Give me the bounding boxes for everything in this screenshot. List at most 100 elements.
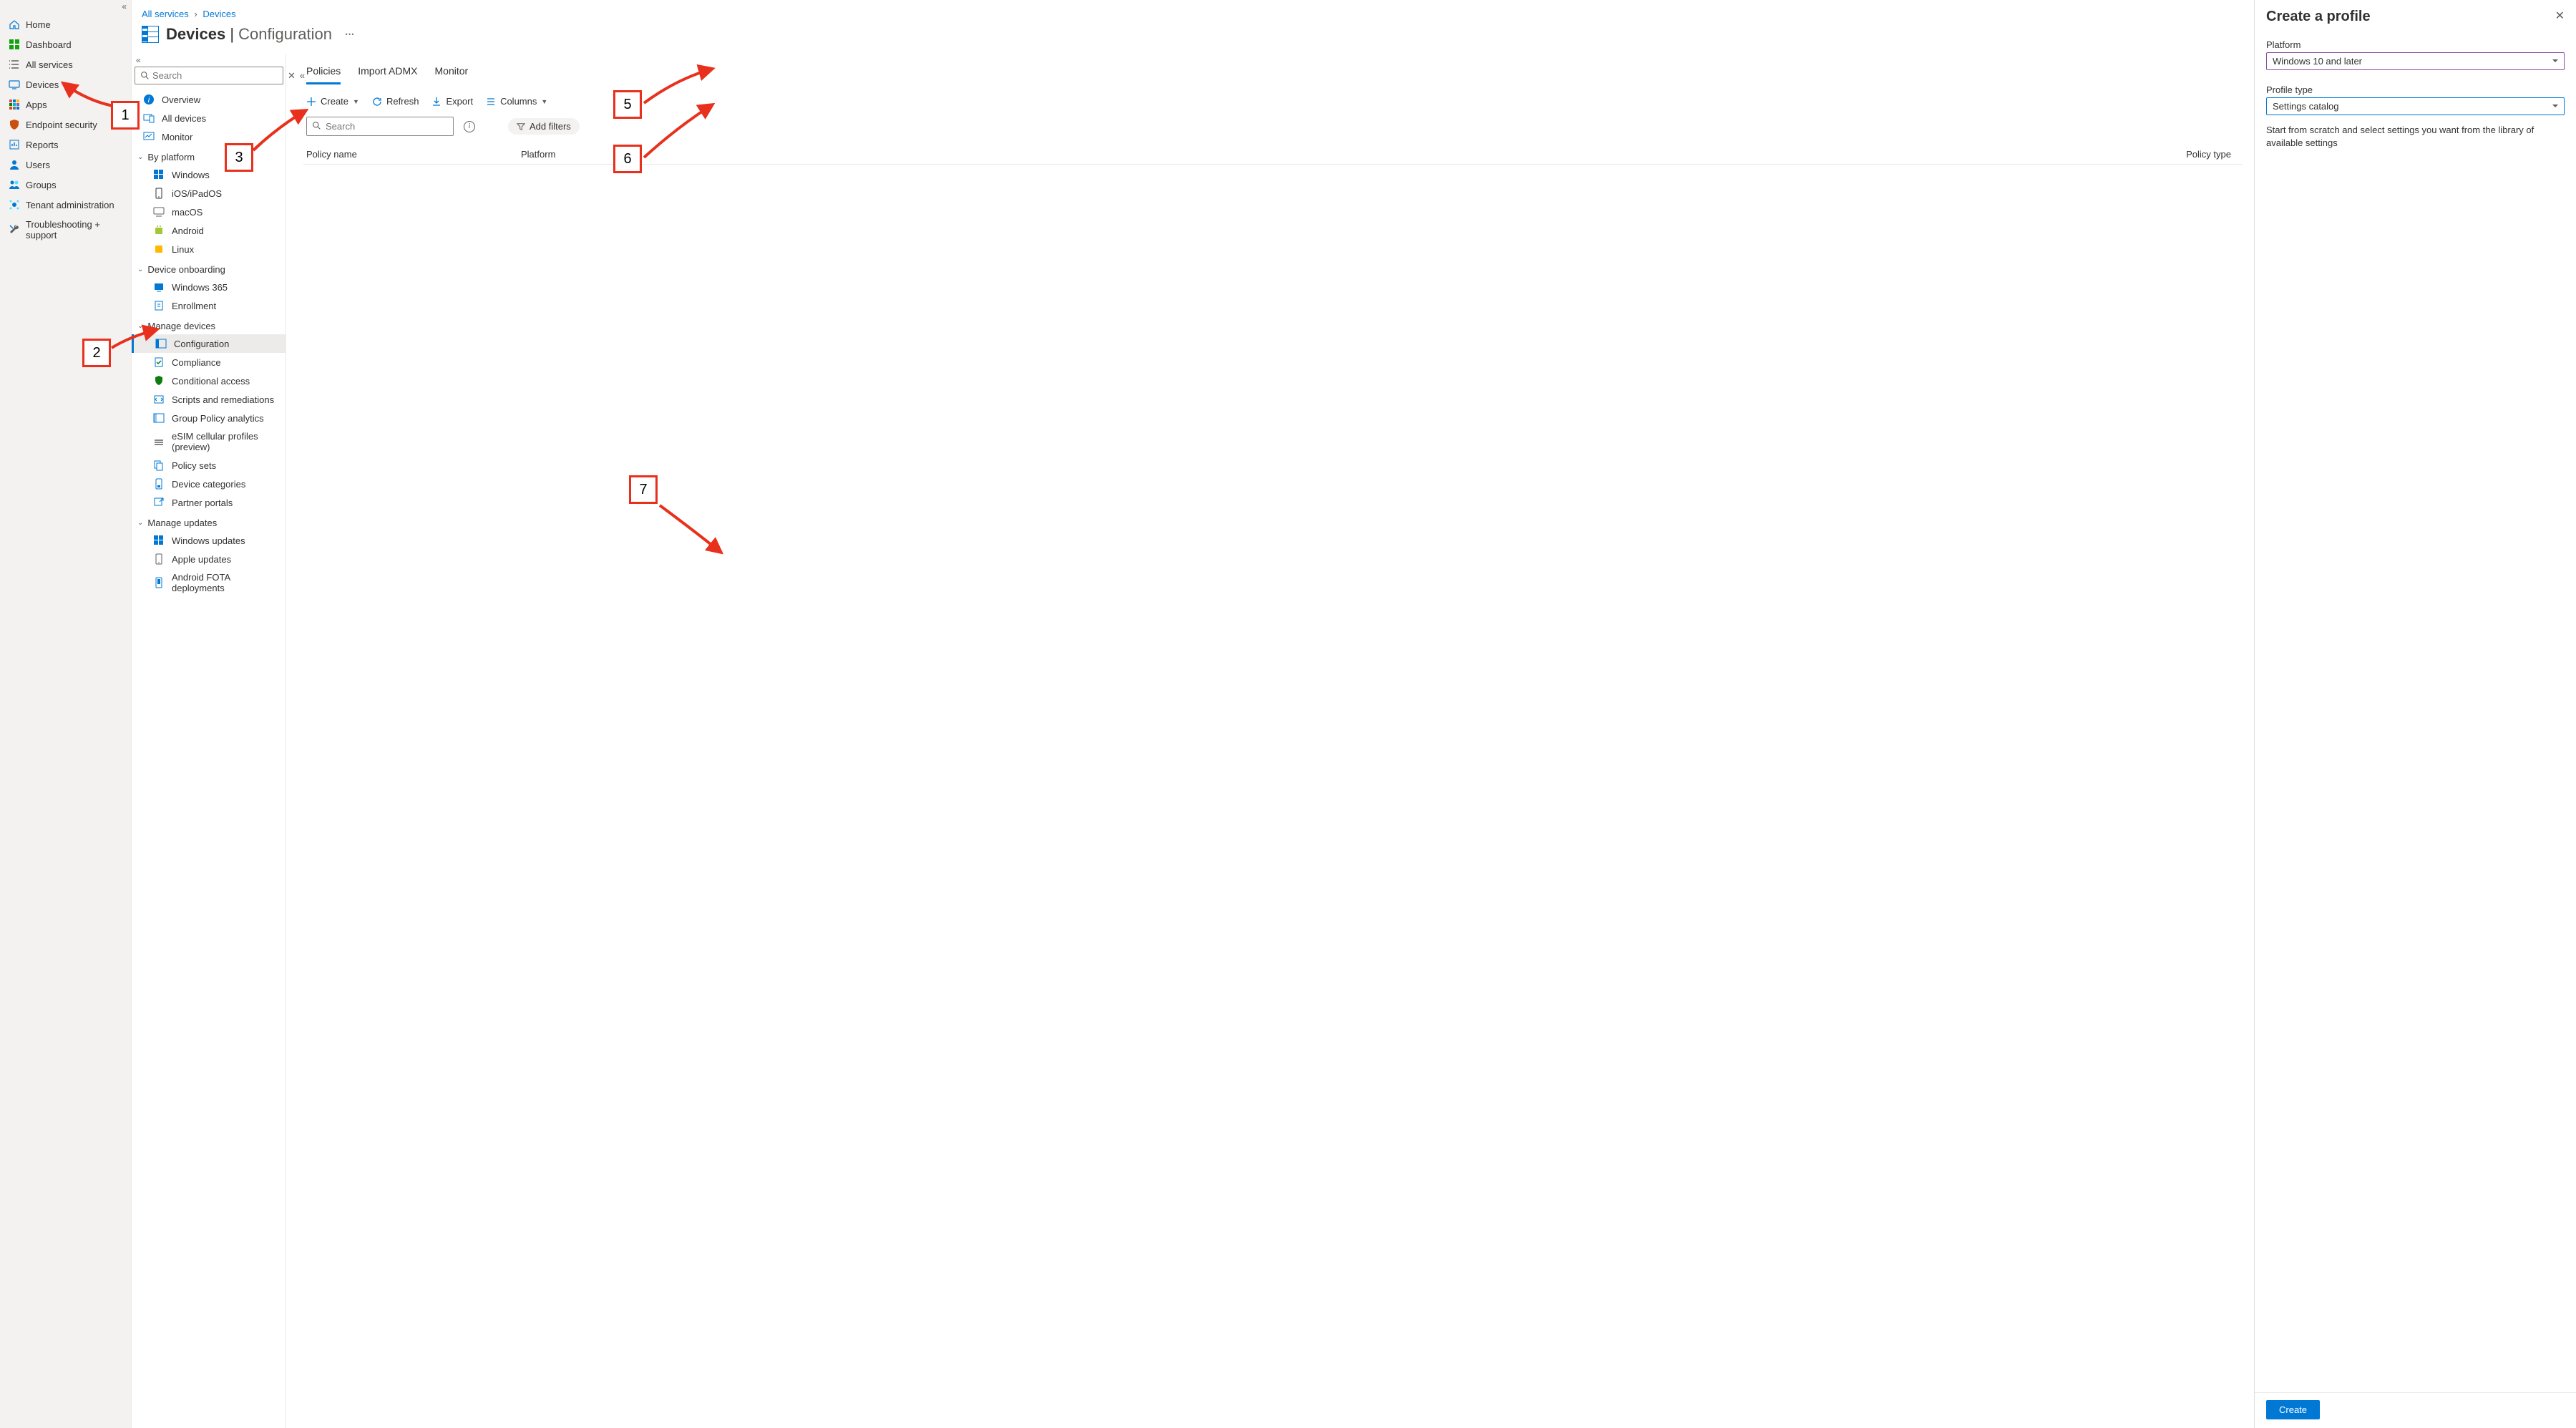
blade-item-fota[interactable]: Android FOTA deployments <box>132 568 286 597</box>
configuration-page-icon <box>142 26 159 43</box>
groups-icon <box>9 179 20 190</box>
linux-icon <box>153 243 165 255</box>
scripts-icon <box>153 394 165 405</box>
add-filters-button[interactable]: Add filters <box>508 118 580 135</box>
policy-search-input[interactable] <box>306 117 454 136</box>
refresh-button[interactable]: Refresh <box>372 96 419 107</box>
column-policy-type[interactable]: Policy type <box>2186 149 2240 160</box>
tab-monitortab[interactable]: Monitor <box>435 59 469 84</box>
nav-item-troubleshoot[interactable]: Troubleshooting + support <box>0 215 131 245</box>
blade-item-gpo[interactable]: Group Policy analytics <box>132 409 286 427</box>
column-policy-name[interactable]: Policy name <box>306 149 521 160</box>
compliance-icon <box>153 356 165 368</box>
tabs: Policies Import ADMX Monitor <box>303 59 2243 84</box>
nav-item-users[interactable]: Users <box>0 155 131 175</box>
home-icon <box>9 19 20 30</box>
blade-item-overview[interactable]: iOverview <box>132 90 286 109</box>
blade-search-input[interactable] <box>135 67 283 84</box>
clear-search-icon[interactable]: ✕ <box>288 70 296 82</box>
blade-group-header[interactable]: ⌄Manage devices <box>132 315 286 334</box>
annotation-marker-7: 7 <box>629 475 658 504</box>
close-icon[interactable]: ✕ <box>2555 9 2565 23</box>
columns-button[interactable]: Columns ▼ <box>486 96 547 107</box>
annotation-marker-1: 1 <box>111 101 140 130</box>
device-icon <box>143 112 155 124</box>
tenant-icon <box>9 199 20 210</box>
blade-item-devcat[interactable]: Device categories <box>132 475 286 493</box>
blade-item-enroll[interactable]: Enrollment <box>132 296 286 315</box>
search-icon <box>312 121 321 130</box>
profile-type-select[interactable]: Settings catalog <box>2266 97 2565 115</box>
chevron-down-icon: ▼ <box>353 98 359 105</box>
column-platform[interactable]: Platform <box>521 149 664 160</box>
windows-icon <box>153 169 165 180</box>
chevron-down-icon: ▼ <box>541 98 547 105</box>
nav-item-dashboard[interactable]: Dashboard <box>0 34 131 54</box>
blade-item-alldevices[interactable]: All devices <box>132 109 286 127</box>
platform-label: Platform <box>2266 39 2565 50</box>
annotation-marker-6: 6 <box>613 145 642 173</box>
platform-select[interactable]: Windows 10 and later <box>2266 52 2565 70</box>
chevron-down-icon: ⌄ <box>137 519 143 527</box>
nav-item-allservices[interactable]: All services <box>0 54 131 74</box>
gpo-icon <box>153 412 165 424</box>
export-button[interactable]: Export <box>431 96 473 107</box>
reports-icon <box>9 139 20 150</box>
breadcrumb-current[interactable]: Devices <box>203 9 235 19</box>
blade-item-android[interactable]: Android <box>132 221 286 240</box>
collapse-blade-icon[interactable]: « <box>136 55 141 65</box>
devcat-icon <box>153 478 165 490</box>
blade-item-appleup[interactable]: Apple updates <box>132 550 286 568</box>
blade-item-scripts[interactable]: Scripts and remediations <box>132 390 286 409</box>
w365-icon <box>153 281 165 293</box>
wrench-icon <box>9 224 20 235</box>
android2-icon <box>153 577 165 588</box>
blade-item-condaccess[interactable]: Conditional access <box>132 371 286 390</box>
nav-item-devices[interactable]: Devices <box>0 74 131 94</box>
blade-item-macos[interactable]: macOS <box>132 203 286 221</box>
shield2-icon <box>153 375 165 387</box>
blade-item-esim[interactable]: eSIM cellular profiles (preview) <box>132 427 286 456</box>
chevron-down-icon: ⌄ <box>137 266 143 273</box>
table-header: Policy name Platform Policy type <box>303 145 2243 165</box>
blade-group-header[interactable]: ⌄Manage updates <box>132 512 286 531</box>
nav-item-groups[interactable]: Groups <box>0 175 131 195</box>
blade-item-psets[interactable]: Policy sets <box>132 456 286 475</box>
create-button[interactable]: Create ▼ <box>306 96 359 107</box>
create-profile-button[interactable]: Create <box>2266 1400 2320 1419</box>
blade-item-winup[interactable]: Windows updates <box>132 531 286 550</box>
flyout-title: Create a profile <box>2266 9 2371 25</box>
info-icon[interactable]: i <box>464 121 475 132</box>
list-icon <box>9 59 20 70</box>
users-icon <box>9 159 20 170</box>
tab-admx[interactable]: Import ADMX <box>358 59 417 84</box>
blade-item-linux[interactable]: Linux <box>132 240 286 258</box>
plus-icon <box>306 97 316 107</box>
apple-icon <box>153 553 165 565</box>
device-icon <box>9 79 20 90</box>
page-more-icon[interactable]: ⋯ <box>339 29 355 40</box>
blade-item-ios[interactable]: iOS/iPadOS <box>132 184 286 203</box>
collapse-blade-icon-2[interactable]: « <box>300 70 305 81</box>
blade-item-w365[interactable]: Windows 365 <box>132 278 286 296</box>
psets-icon <box>153 460 165 471</box>
blade-item-windows[interactable]: Windows <box>132 165 286 184</box>
chevron-down-icon: ⌄ <box>137 153 143 161</box>
breadcrumb-root[interactable]: All services <box>142 9 189 19</box>
filter-icon <box>517 122 525 131</box>
blade-group-header[interactable]: ⌄By platform <box>132 146 286 165</box>
blade-item-compliance[interactable]: Compliance <box>132 353 286 371</box>
create-profile-flyout: Create a profile ✕ Platform Windows 10 a… <box>2254 0 2576 1428</box>
macos-icon <box>153 206 165 218</box>
tab-policies[interactable]: Policies <box>306 59 341 84</box>
shield-icon <box>9 119 20 130</box>
blade-group-header[interactable]: ⌄Device onboarding <box>132 258 286 278</box>
blade-item-monitor[interactable]: Monitor <box>132 127 286 146</box>
collapse-nav-icon[interactable]: « <box>122 1 127 11</box>
nav-item-home[interactable]: Home <box>0 14 131 34</box>
blade-nav: « ✕ « iOverviewAll devicesMonitor⌄By pla… <box>132 54 286 1428</box>
nav-item-tenant[interactable]: Tenant administration <box>0 195 131 215</box>
blade-item-config[interactable]: Configuration <box>132 334 286 353</box>
nav-item-reports[interactable]: Reports <box>0 135 131 155</box>
blade-item-partner[interactable]: Partner portals <box>132 493 286 512</box>
